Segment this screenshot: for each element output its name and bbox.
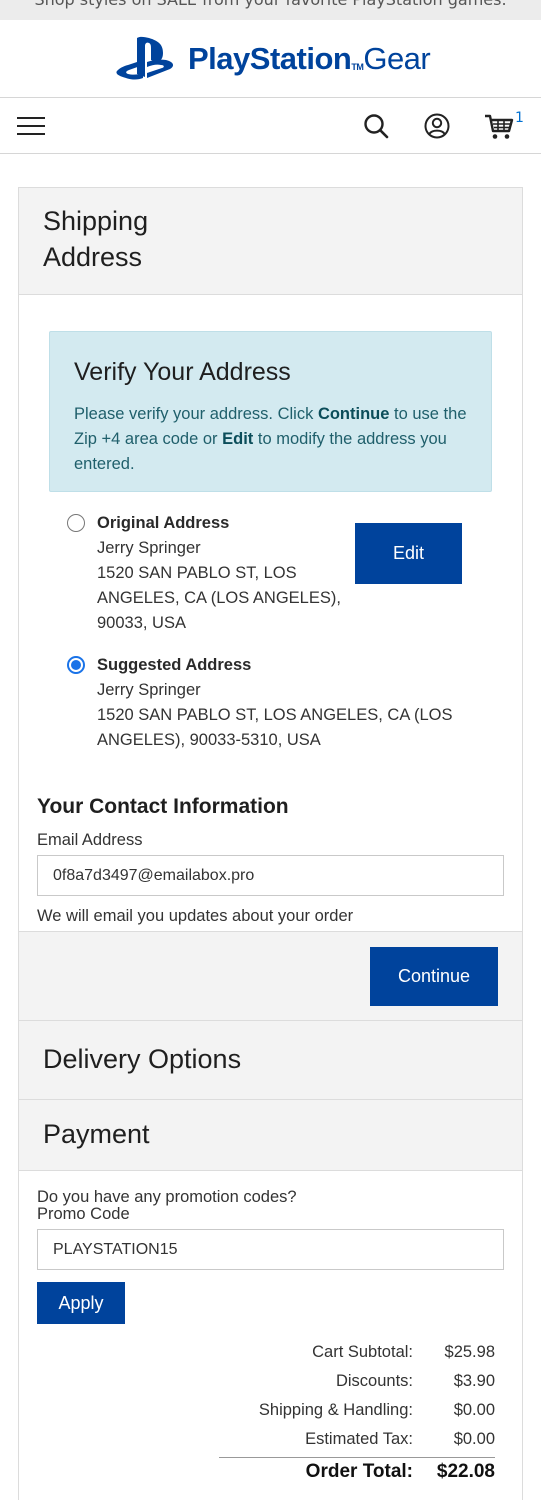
promo-banner[interactable]: Shop styles on SALE from your favorite P… [0, 0, 541, 20]
payment-header[interactable]: Payment [19, 1100, 522, 1171]
estimated-tax-row: Estimated Tax: $0.00 [305, 1430, 495, 1448]
suggested-address-text: Suggested Address Jerry Springer 1520 SA… [97, 656, 453, 749]
edit-button[interactable]: Edit [355, 523, 462, 584]
original-address-text: Original Address Jerry Springer 1520 SAN… [97, 514, 341, 632]
hamburger-icon[interactable] [17, 114, 47, 138]
delivery-options-header[interactable]: Delivery Options [19, 1021, 522, 1100]
payment-title: Payment [43, 1119, 150, 1149]
order-total-row: Order Total: $22.08 [305, 1461, 495, 1482]
playstation-logo-icon [116, 36, 174, 80]
cart-count-badge: 1 [515, 110, 524, 126]
delivery-options-title: Delivery Options [43, 1044, 242, 1074]
verify-address-title: Verify Your Address [74, 358, 291, 386]
continue-button[interactable]: Continue [370, 947, 498, 1006]
totals-divider [219, 1457, 495, 1458]
checkout-panel: Shipping Address Verify Your Address Ple… [18, 187, 523, 1500]
email-helper-text: We will email you updates about your ord… [37, 907, 354, 925]
nav-bar: 1 [0, 98, 541, 154]
playstation-gear-logo[interactable]: PlayStationTMGear [116, 36, 431, 82]
logo-wordmark: PlayStationTMGear [188, 41, 431, 76]
contact-info-title: Your Contact Information [37, 795, 289, 818]
promo-banner-text: Shop styles on SALE from your favorite P… [0, 0, 541, 9]
verify-address-message: Please verify your address. Click Contin… [74, 405, 467, 473]
promo-code-label: Promo Code [37, 1205, 130, 1223]
user-icon[interactable] [423, 112, 451, 140]
shipping-handling-row: Shipping & Handling: $0.00 [258, 1401, 495, 1419]
shipping-address-title: Shipping Address [43, 206, 149, 272]
logo-bar: PlayStationTMGear [0, 20, 541, 98]
discounts-row: Discounts: $3.90 [335, 1372, 495, 1390]
apply-button[interactable]: Apply [37, 1282, 125, 1324]
shipping-address-header[interactable]: Shipping Address [19, 188, 522, 295]
verify-address-alert: Verify Your Address Please verify your a… [49, 331, 492, 492]
email-label: Email Address [37, 831, 143, 849]
original-address-radio[interactable] [67, 514, 85, 532]
continue-bar: Continue [19, 931, 522, 1021]
cart-icon[interactable] [484, 113, 514, 141]
promo-code-input[interactable] [37, 1229, 504, 1270]
suggested-address-radio[interactable] [67, 656, 85, 674]
search-icon[interactable] [362, 112, 390, 140]
suggested-address-option[interactable]: Suggested Address Jerry Springer 1520 SA… [67, 653, 487, 753]
subtotal-row: Cart Subtotal: $25.98 [312, 1343, 495, 1361]
email-field[interactable] [37, 855, 504, 896]
